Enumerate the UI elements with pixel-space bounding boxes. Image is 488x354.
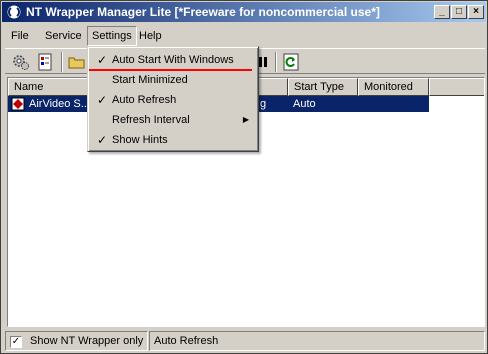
maximize-button[interactable]: □ (451, 5, 467, 19)
column-header-monitored[interactable]: Monitored (358, 78, 429, 96)
menu-help[interactable]: Help (135, 26, 166, 46)
show-nt-wrapper-pane[interactable]: ✓ Show NT Wrapper only (5, 331, 148, 351)
main-window: NT Wrapper Manager Lite [*Freeware for n… (0, 0, 488, 354)
window-title: NT Wrapper Manager Lite [*Freeware for n… (26, 5, 380, 19)
title-bar[interactable]: NT Wrapper Manager Lite [*Freeware for n… (2, 2, 486, 22)
menu-item-show-hints[interactable]: ✓ Show Hints (90, 130, 256, 150)
show-nt-wrapper-label: Show NT Wrapper only (30, 335, 144, 347)
minimize-button[interactable]: _ (434, 5, 450, 19)
row-name: AirVideo S... (29, 98, 90, 110)
menu-bar: File Service Settings Help (5, 26, 485, 46)
app-icon (6, 4, 22, 20)
menu-file[interactable]: File (7, 26, 33, 46)
menu-item-auto-refresh[interactable]: ✓ Auto Refresh (90, 90, 256, 110)
settings-dropdown: ✓ Auto Start With Windows Start Minimize… (87, 46, 259, 152)
menu-item-refresh-interval[interactable]: Refresh Interval ▶ (90, 110, 256, 130)
open-folder-icon[interactable] (67, 52, 87, 72)
service-icon (11, 97, 25, 111)
toolbar-separator (61, 52, 63, 72)
menu-item-auto-start[interactable]: ✓ Auto Start With Windows (90, 50, 256, 70)
auto-refresh-status: Auto Refresh (149, 331, 485, 351)
check-icon: ✓ (97, 53, 108, 67)
column-header-name[interactable]: Name (8, 78, 92, 96)
properties-icon[interactable] (35, 52, 55, 72)
annotation-underline (89, 69, 252, 71)
toolbar-separator (275, 52, 277, 72)
services-gear-icon[interactable] (11, 52, 31, 72)
row-monitored (363, 96, 423, 112)
row-start-type: Auto (293, 98, 316, 110)
menu-service[interactable]: Service (41, 26, 86, 46)
check-icon: ✓ (97, 93, 108, 107)
check-icon: ✓ (97, 133, 108, 147)
menu-item-label: Show Hints (112, 134, 168, 146)
status-bar: ✓ Show NT Wrapper only Auto Refresh (5, 331, 485, 351)
menu-item-start-minimized[interactable]: Start Minimized (90, 70, 256, 90)
row-status: g (260, 98, 267, 110)
submenu-arrow-icon: ▶ (242, 115, 249, 124)
menu-item-label: Auto Refresh (112, 94, 177, 106)
close-button[interactable]: × (468, 5, 484, 19)
menu-item-label: Start Minimized (112, 74, 188, 86)
menu-settings[interactable]: Settings (87, 26, 137, 46)
column-header-start-type[interactable]: Start Type (288, 78, 358, 96)
refresh-icon[interactable] (281, 52, 301, 72)
column-header-filler (429, 78, 484, 96)
menu-item-label: Refresh Interval (112, 114, 190, 126)
show-nt-wrapper-checkbox[interactable]: ✓ (10, 336, 22, 348)
menu-item-label: Auto Start With Windows (112, 54, 234, 66)
